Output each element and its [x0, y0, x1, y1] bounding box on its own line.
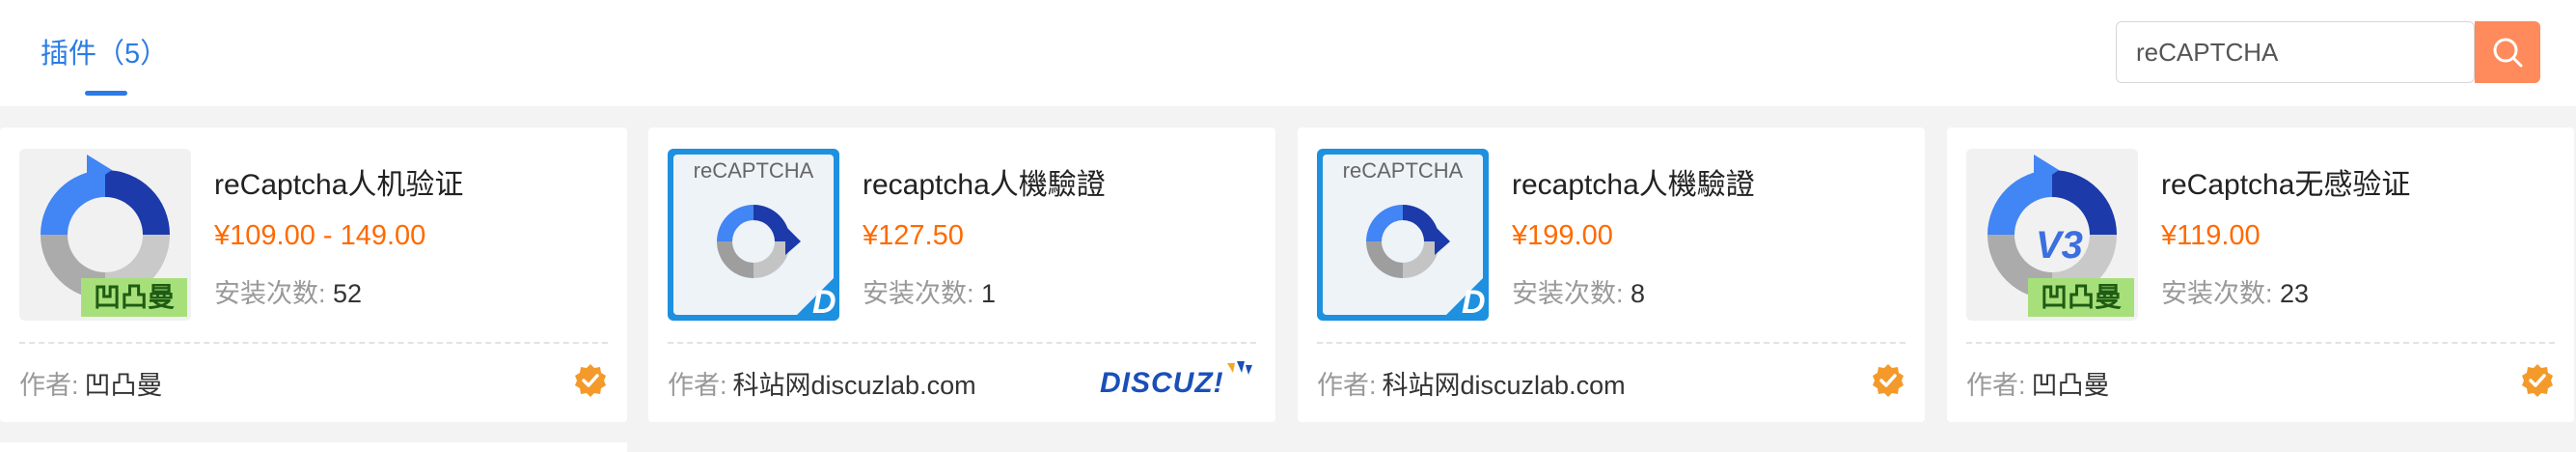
verified-icon	[1873, 364, 1904, 397]
active-tab-indicator	[85, 91, 127, 96]
install-count-label: 安装次数:	[863, 279, 974, 308]
thumb-version: V3	[2036, 224, 2083, 267]
install-count: 安装次数: 52	[214, 272, 362, 310]
plugin-thumbnail: V3 凹凸曼	[1966, 149, 2138, 321]
author-label: 作者:	[1317, 371, 1377, 400]
discuz-logo-text: DISCUZ!	[1100, 367, 1224, 399]
plugin-name[interactable]: recaptcha人機驗證	[1512, 160, 1755, 203]
install-count-label: 安装次数:	[214, 279, 326, 308]
install-count: 安装次数: 1	[863, 272, 996, 310]
svg-text:D: D	[812, 284, 836, 321]
plugin-card[interactable]: V3 凹凸曼 reCaptcha无感验证 ¥119.00 安装次数: 23 作者…	[1947, 127, 2574, 422]
search-input[interactable]	[2117, 22, 2474, 82]
recaptcha-logo-icon: D	[717, 205, 839, 321]
next-row-card-edge	[0, 442, 627, 452]
plugin-price: ¥119.00	[2161, 220, 2261, 251]
author-name[interactable]: 凹凸曼	[2032, 371, 2110, 400]
plugin-thumbnail: reCAPTCHA D	[1317, 149, 1489, 321]
author: 作者: 凹凸曼	[1966, 364, 2110, 402]
author: 作者: 科站网discuzlab.com	[1317, 364, 1626, 402]
author-name[interactable]: 科站网discuzlab.com	[1383, 371, 1626, 400]
install-count-label: 安装次数:	[1512, 279, 1624, 308]
plugin-card[interactable]: 凹凸曼 reCaptcha人机验证 ¥109.00 - 149.00 安装次数:…	[0, 127, 627, 422]
search-icon	[2493, 38, 2523, 68]
install-count: 安装次数: 23	[2161, 272, 2309, 310]
discuz-logo: DISCUZ!	[1100, 359, 1254, 402]
thumb-badge: 凹凸曼	[2028, 278, 2134, 317]
plugin-name[interactable]: reCaptcha无感验证	[2161, 160, 2410, 203]
plugin-name[interactable]: recaptcha人機驗證	[863, 160, 1106, 203]
search-box	[2116, 21, 2475, 83]
install-count: 安装次数: 8	[1512, 272, 1645, 310]
thumb-badge: 凹凸曼	[81, 278, 187, 317]
author-name[interactable]: 科站网discuzlab.com	[733, 371, 976, 400]
install-count-label: 安装次数:	[2161, 279, 2273, 308]
plugin-card[interactable]: reCAPTCHA D recaptcha人機驗證 ¥199.00 安装次数: …	[1298, 127, 1925, 422]
divider	[1317, 342, 1905, 344]
plugin-name[interactable]: reCaptcha人机验证	[214, 160, 463, 203]
divider	[19, 342, 608, 344]
top-bar: 插件（5）	[0, 0, 2576, 106]
author-label: 作者:	[1966, 371, 2026, 400]
divider	[1966, 342, 2555, 344]
install-count-value: 1	[981, 279, 997, 308]
recaptcha-logo-icon: D	[1366, 205, 1489, 321]
author-label: 作者:	[668, 371, 727, 400]
verified-icon	[2522, 364, 2553, 397]
author-name[interactable]: 凹凸曼	[85, 371, 163, 400]
search-button[interactable]	[2475, 21, 2540, 83]
plugin-thumbnail: 凹凸曼	[19, 149, 191, 321]
plugin-price: ¥109.00 - 149.00	[214, 220, 426, 251]
plugin-price: ¥127.50	[863, 220, 964, 251]
install-count-value: 8	[1631, 279, 1646, 308]
plugin-thumbnail: reCAPTCHA D	[668, 149, 839, 321]
author: 作者: 科站网discuzlab.com	[668, 364, 976, 402]
install-count-value: 23	[2280, 279, 2310, 308]
svg-text:D: D	[1462, 284, 1486, 321]
verified-icon	[575, 364, 606, 397]
install-count-value: 52	[333, 279, 363, 308]
tab-plugins[interactable]: 插件（5）	[41, 33, 168, 75]
author-label: 作者:	[19, 371, 79, 400]
plugin-price: ¥199.00	[1512, 220, 1613, 251]
author: 作者: 凹凸曼	[19, 364, 163, 402]
divider	[668, 342, 1256, 344]
plugin-card[interactable]: reCAPTCHA D recaptcha人機驗證 ¥127.50 安装次数: …	[648, 127, 1275, 422]
